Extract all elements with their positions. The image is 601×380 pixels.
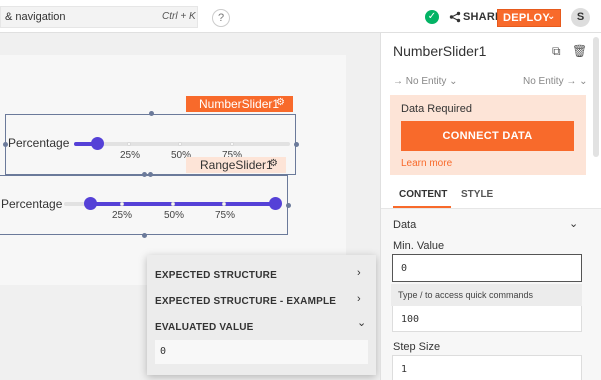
tick-label: 50%	[164, 210, 185, 221]
check-circle-icon: ✓	[425, 10, 439, 24]
evaluated-value-popover: EXPECTED STRUCTURE › EXPECTED STRUCTURE …	[147, 255, 376, 375]
tick-label: 75%	[215, 210, 236, 221]
property-pane: NumberSlider1 ⧉ 🗑 → No Entity ⌄ No Entit…	[380, 33, 601, 380]
gear-icon[interactable]: ⚙	[276, 97, 285, 108]
search-placeholder: & navigation	[5, 11, 66, 23]
entity-selector-right[interactable]: No Entity → ⌄	[523, 76, 588, 87]
expected-structure-example-row[interactable]: EXPECTED STRUCTURE - EXAMPLE	[155, 296, 336, 307]
tick-mark	[120, 202, 124, 206]
tab-style[interactable]: STYLE	[461, 189, 493, 200]
search-input[interactable]: & navigation Ctrl + K	[0, 6, 198, 28]
slider-thumb[interactable]	[91, 137, 104, 150]
min-value-input[interactable]: 0	[392, 254, 582, 282]
min-value-label: Min. Value	[393, 240, 445, 252]
slider-label: Percentage	[8, 136, 70, 150]
evaluated-value-row[interactable]: EVALUATED VALUE	[155, 322, 254, 333]
learn-more-link[interactable]: Learn more	[401, 158, 452, 169]
resize-handle[interactable]	[148, 172, 153, 177]
resize-handle[interactable]	[286, 203, 291, 208]
evaluated-value: 0	[160, 346, 167, 357]
step-size-input[interactable]: 1	[392, 355, 582, 380]
chevron-down-icon[interactable]: ⌄	[569, 217, 578, 230]
tick-label: 25%	[120, 150, 141, 161]
top-bar: & navigation Ctrl + K ? ✓ SHARE DEPLOY ⌄…	[0, 0, 601, 33]
search-shortcut: Ctrl + K	[162, 11, 196, 22]
widget-name-tag-rangeslider[interactable]: RangeSlider1 ⚙	[186, 157, 286, 173]
slider-thumb-end[interactable]	[269, 197, 282, 210]
slider-fill	[90, 202, 276, 206]
widget-name-tag-numberslider[interactable]: NumberSlider1 ⚙	[186, 96, 293, 112]
gear-icon[interactable]: ⚙	[269, 158, 278, 169]
quick-commands-hint: Type / to access quick commands	[391, 284, 582, 306]
tick-label: 25%	[112, 210, 133, 221]
deploy-button[interactable]: DEPLOY ⌄	[497, 9, 561, 27]
tick-mark	[178, 142, 182, 146]
tick-mark	[230, 142, 234, 146]
slider-thumb-start[interactable]	[84, 197, 97, 210]
evaluated-value-box: 0	[155, 340, 368, 364]
delete-icon[interactable]: 🗑	[572, 44, 587, 58]
max-value-input[interactable]: 100	[392, 304, 582, 332]
avatar[interactable]: S	[571, 8, 590, 27]
widget-name-label: NumberSlider1	[199, 97, 280, 111]
deploy-label: DEPLOY	[503, 12, 551, 24]
help-button[interactable]: ?	[212, 9, 230, 27]
resize-handle[interactable]	[142, 233, 147, 238]
entity-selector-left[interactable]: → No Entity ⌄	[393, 76, 458, 87]
quick-commands-text: Type / to access quick commands	[398, 290, 534, 300]
widget-name-label: RangeSlider1	[200, 158, 273, 172]
slider-track[interactable]	[74, 142, 290, 146]
tick-mark	[171, 202, 175, 206]
chevron-right-icon[interactable]: ›	[357, 293, 361, 305]
widget-title[interactable]: NumberSlider1	[393, 43, 486, 59]
share-icon	[449, 11, 461, 23]
copy-icon[interactable]: ⧉	[552, 44, 561, 59]
min-value-text: 0	[401, 263, 408, 274]
resize-handle[interactable]	[149, 111, 154, 116]
chevron-down-icon[interactable]: ⌄	[547, 11, 555, 22]
resize-handle[interactable]	[294, 142, 299, 147]
section-title: Data	[393, 219, 417, 231]
scrollbar[interactable]	[593, 37, 599, 157]
expected-structure-row[interactable]: EXPECTED STRUCTURE	[155, 270, 277, 281]
step-size-text: 1	[401, 364, 408, 375]
max-value-text: 100	[401, 314, 420, 325]
data-required-title: Data Required	[401, 103, 472, 115]
data-required-callout: Data Required CONNECT DATA Learn more	[390, 95, 586, 175]
connect-data-button[interactable]: CONNECT DATA	[401, 121, 574, 151]
slider-label: Percentage	[1, 197, 63, 211]
tick-mark	[222, 202, 226, 206]
chevron-right-icon[interactable]: ›	[357, 267, 361, 279]
chevron-down-icon[interactable]: ⌄	[357, 316, 366, 329]
tick-mark	[127, 142, 131, 146]
tab-content[interactable]: CONTENT	[399, 189, 447, 200]
step-size-label: Step Size	[393, 341, 441, 353]
